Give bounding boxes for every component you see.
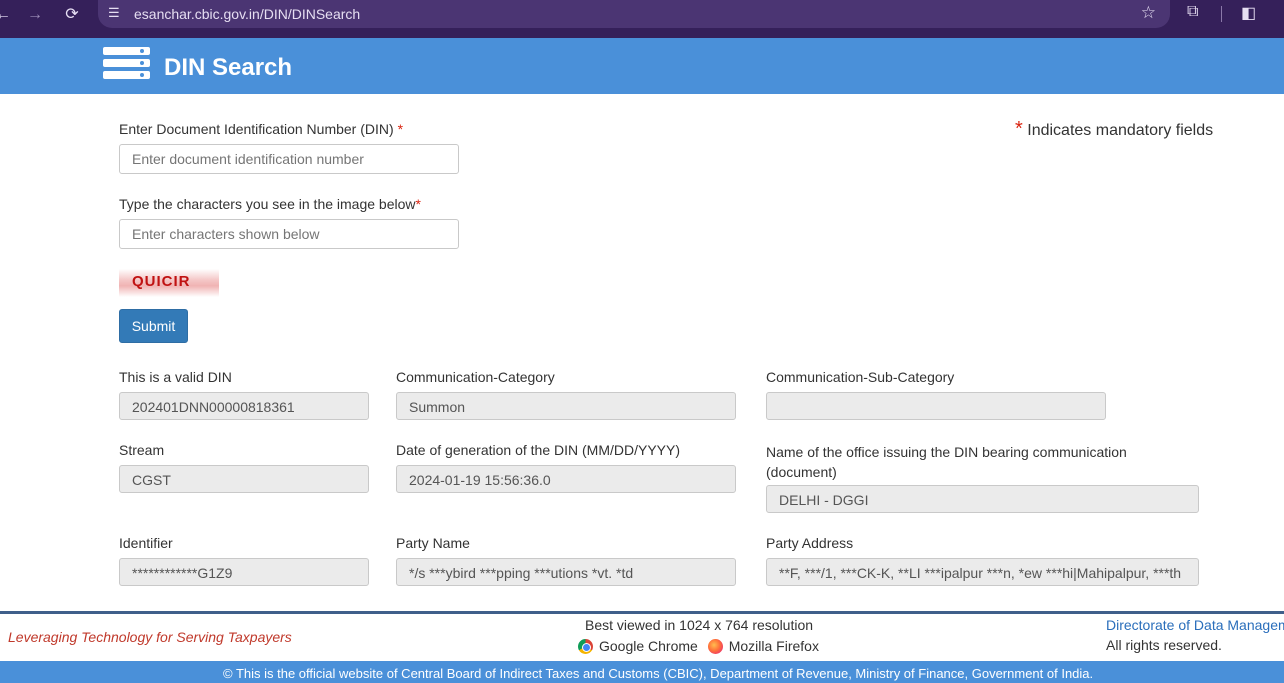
url-text: esanchar.cbic.gov.in/DIN/DINSearch — [134, 6, 361, 22]
party-name-label: Party Name — [396, 535, 470, 551]
site-info-icon[interactable]: ☰ — [108, 5, 124, 21]
captcha-input[interactable] — [119, 219, 459, 249]
stream-label: Stream — [119, 442, 165, 458]
server-logo-icon — [103, 47, 150, 83]
firefox-label: Mozilla Firefox — [728, 638, 819, 654]
date-field: 2024-01-19 15:56:36.0 — [396, 465, 736, 493]
page-title: DIN Search — [164, 54, 293, 81]
party-address-label: Party Address — [766, 535, 854, 551]
subcategory-field — [766, 392, 1106, 420]
identifier-field: ************G1Z9 — [119, 558, 369, 586]
identifier-label: Identifier — [119, 535, 173, 551]
din-input[interactable] — [119, 144, 459, 174]
mandatory-note: * Indicates mandatory fields — [1015, 118, 1214, 140]
best-viewed-note: Best viewed in 1024 x 764 resolution — [585, 617, 814, 633]
submit-button[interactable]: Submit — [119, 309, 188, 343]
reload-icon[interactable]: ⟳ — [61, 4, 83, 26]
party-address-field: **F, ***/1, ***CK-K, **LI ***ipalpur ***… — [766, 558, 1199, 586]
toolbar-divider — [1221, 6, 1222, 22]
firefox-icon — [707, 639, 723, 654]
stream-field: CGST — [119, 465, 369, 493]
forward-icon[interactable]: → — [24, 4, 46, 26]
din-value-field: 202401DNN00000818361 — [119, 392, 369, 420]
address-bar[interactable]: ☰ esanchar.cbic.gov.in/DIN/DINSearch ☆ — [98, 0, 1170, 28]
browser-toolbar: ← → ⟳ ☰ esanchar.cbic.gov.in/DIN/DINSear… — [0, 0, 1284, 38]
chrome-icon — [578, 639, 593, 654]
footer-bar: © This is the official website of Centra… — [0, 661, 1284, 683]
office-label: Name of the office issuing the DIN beari… — [766, 444, 1127, 480]
back-icon[interactable]: ← — [0, 4, 14, 26]
category-field: Summon — [396, 392, 736, 420]
rights-note: All rights reserved. — [1106, 637, 1222, 653]
captcha-label: Type the characters you see in the image… — [119, 196, 421, 212]
date-label: Date of generation of the DIN (MM/DD/YYY… — [396, 442, 680, 458]
directorate-link[interactable]: Directorate of Data Managem — [1106, 617, 1284, 633]
extensions-icon[interactable]: ⧉ — [1187, 3, 1198, 21]
chrome-label: Google Chrome — [599, 638, 698, 654]
page-header: DIN Search — [0, 38, 1284, 94]
footer-divider — [0, 611, 1284, 614]
office-field: DELHI - DGGI — [766, 485, 1199, 513]
captcha-image: QUICIR — [119, 269, 219, 297]
bookmark-star-icon[interactable]: ☆ — [1141, 3, 1156, 23]
supported-browsers: Google Chrome Mozilla Firefox — [578, 638, 819, 654]
official-website-note: © This is the official website of Centra… — [223, 666, 1094, 681]
side-panel-icon[interactable]: ◧ — [1241, 3, 1256, 23]
subcategory-label: Communication-Sub-Category — [766, 369, 955, 385]
footer-tagline: Leveraging Technology for Serving Taxpay… — [8, 629, 292, 645]
din-label: Enter Document Identification Number (DI… — [119, 121, 404, 137]
party-name-field: */s ***ybird ***pping ***utions *vt. *td — [396, 558, 736, 586]
valid-din-label: This is a valid DIN — [119, 369, 232, 385]
category-label: Communication-Category — [396, 369, 555, 385]
